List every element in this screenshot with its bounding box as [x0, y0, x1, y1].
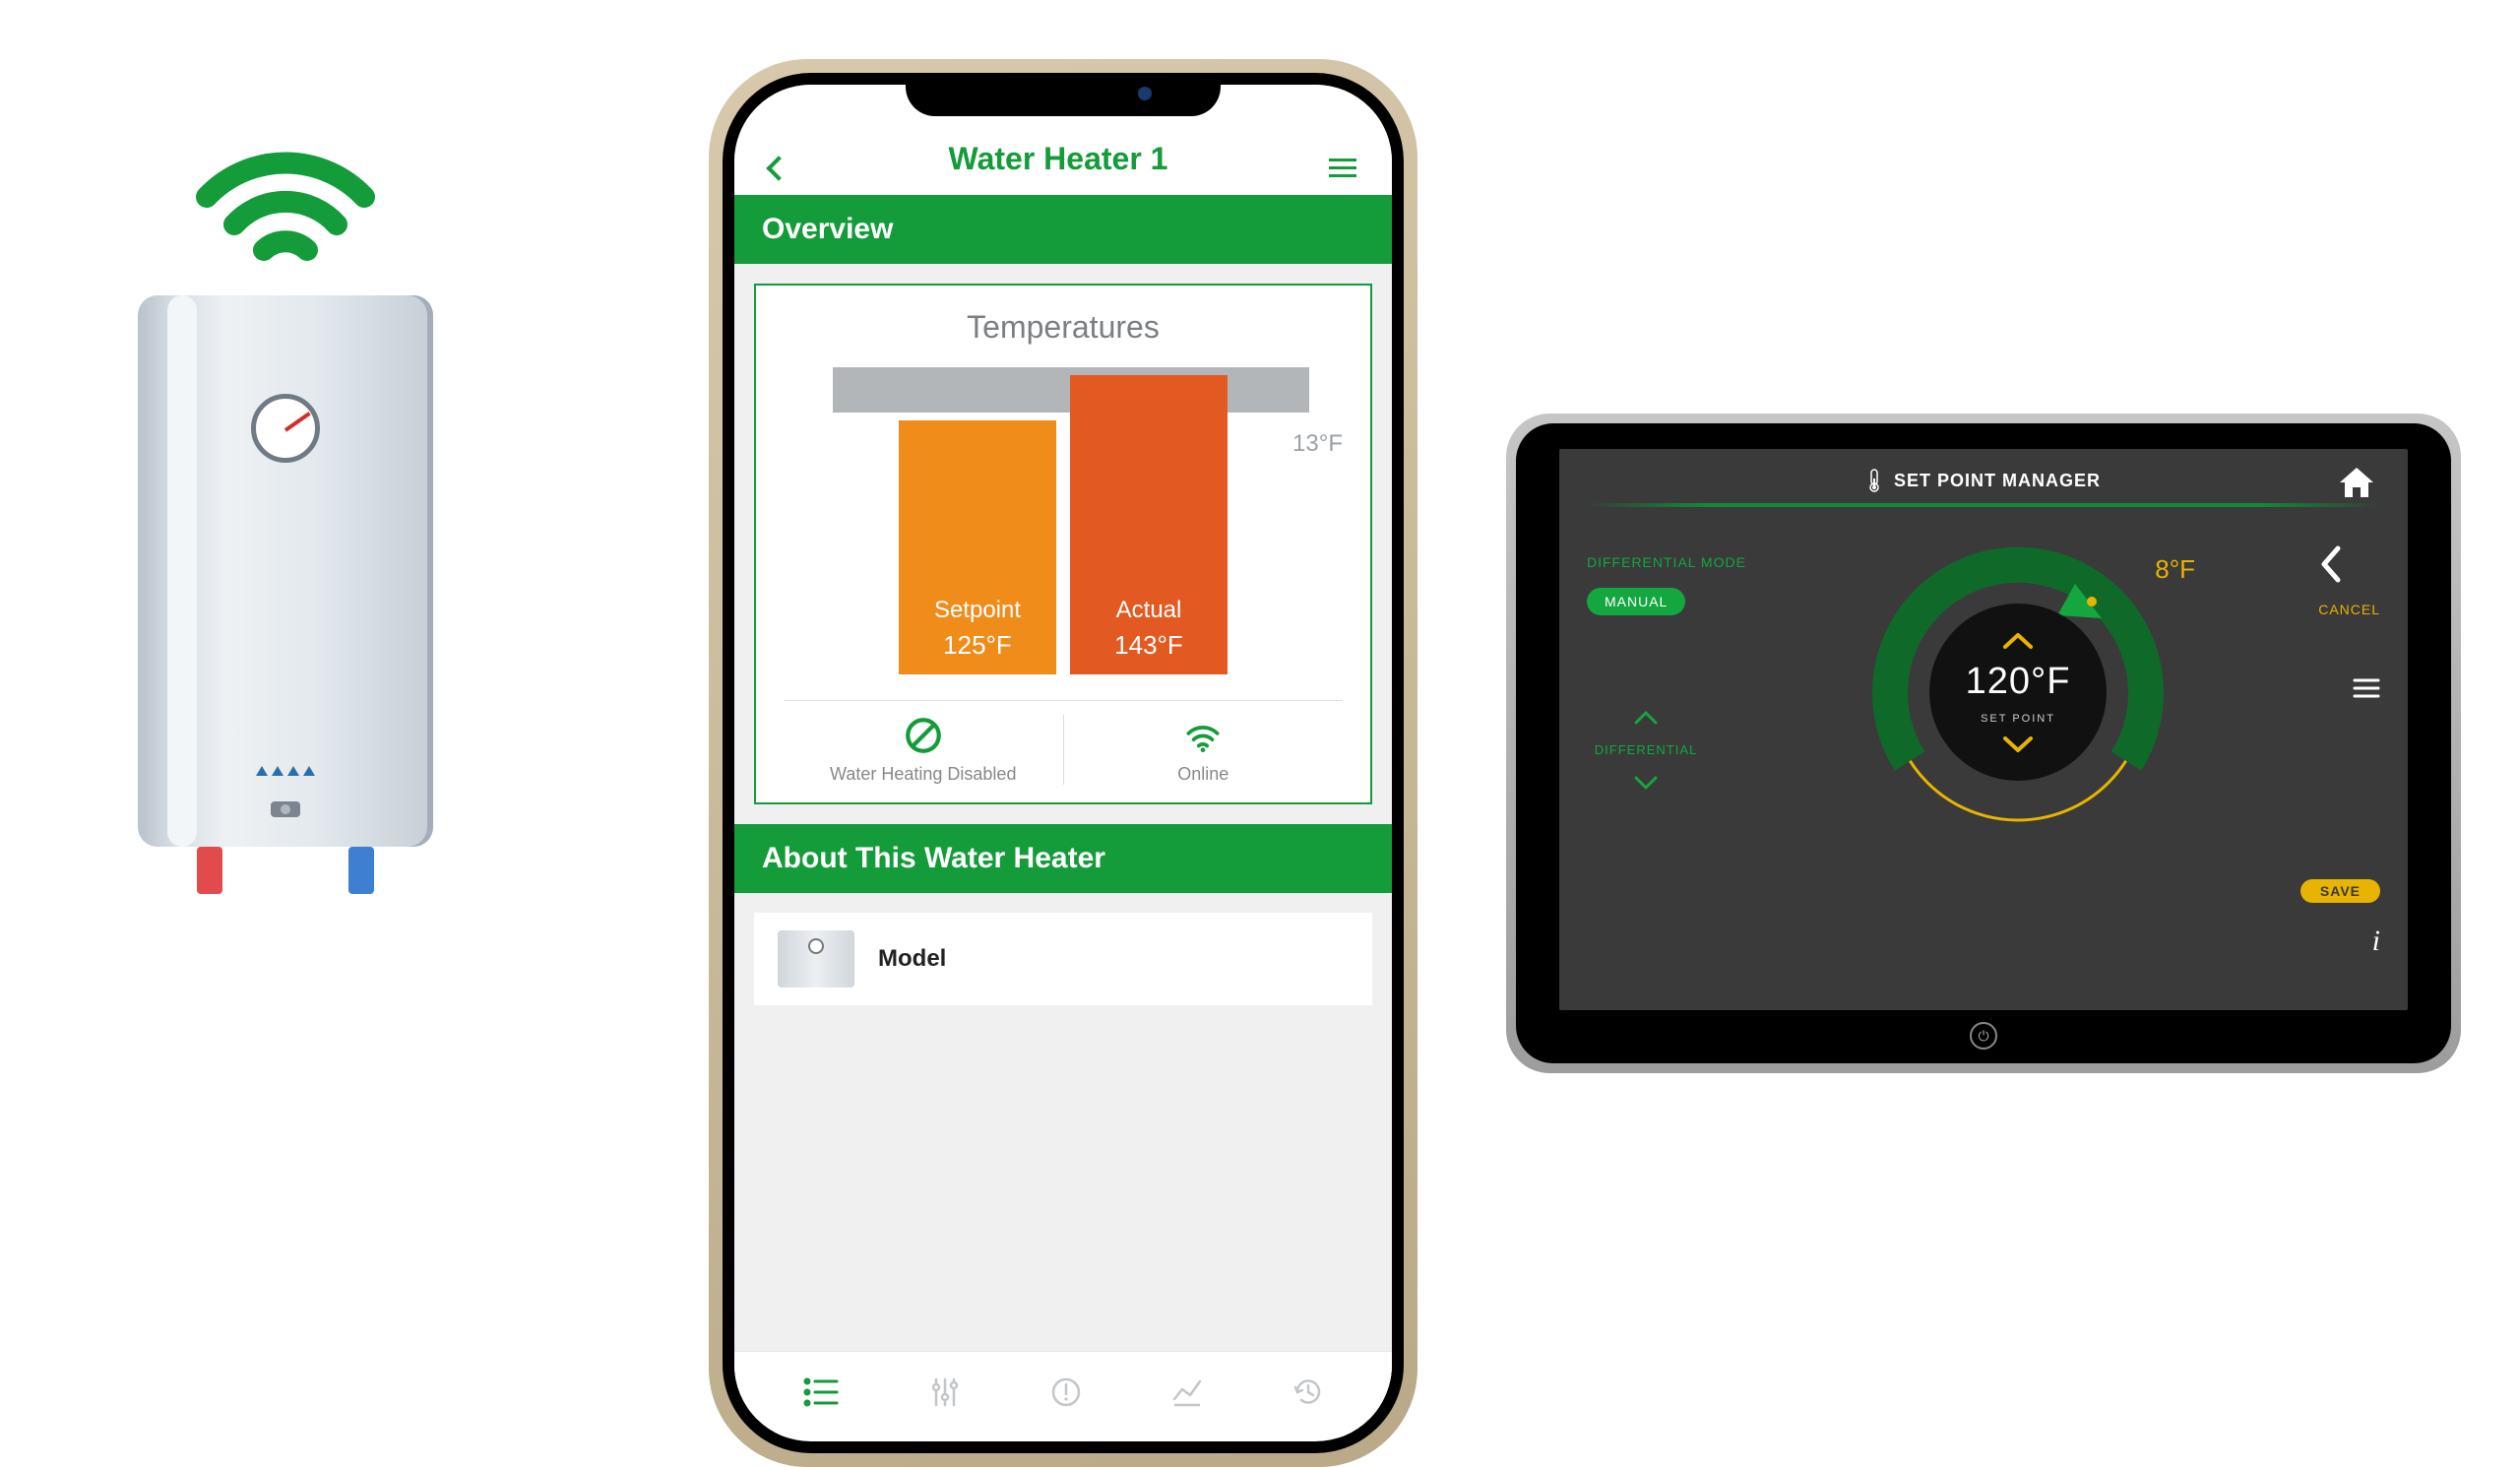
thermometer-icon [1866, 469, 1882, 492]
tablet-menu-icon[interactable] [2353, 676, 2380, 705]
nav-alert-icon[interactable] [1049, 1375, 1083, 1414]
bar-setpoint: Setpoint 125°F [899, 420, 1056, 674]
differential-stepper: DIFFERENTIAL [1587, 702, 1705, 797]
menu-icon[interactable] [1329, 159, 1356, 177]
setpoint-manager-title: SET POINT MANAGER [1866, 469, 2101, 492]
bar-setpoint-label: Setpoint [934, 597, 1021, 624]
dial-center: 120°F SET POINT [1929, 604, 2107, 781]
phone-mockup: Water Heater 1 Overview Temperatures 13°… [709, 59, 1418, 1467]
status-heating-label: Water Heating Disabled [830, 764, 1016, 785]
cancel-button[interactable]: CANCEL [2318, 602, 2380, 617]
status-online: Online [1064, 715, 1344, 785]
differential-mode-label: DIFFERENTIAL MODE [1587, 554, 1784, 570]
bar-actual-value: 143°F [1114, 630, 1183, 661]
setpoint-dial[interactable]: 8°F 120°F SET POINT [1851, 525, 2185, 860]
bar-actual: Actual 143°F [1070, 375, 1228, 674]
overview-section-header: Overview [734, 195, 1392, 264]
dial-temperature: 120°F [1966, 661, 2071, 703]
about-section-header: About This Water Heater [734, 824, 1392, 893]
mode-pill[interactable]: MANUAL [1587, 588, 1685, 615]
power-icon[interactable] [1970, 1022, 1997, 1050]
dial-up-icon[interactable] [2001, 631, 2035, 651]
diff-down-icon[interactable] [1633, 767, 1659, 797]
about-card[interactable]: Model [754, 913, 1372, 1005]
bottom-nav [734, 1351, 1392, 1437]
save-button[interactable]: SAVE [2300, 879, 2380, 903]
hot-pipe [197, 847, 222, 894]
model-label: Model [878, 945, 946, 973]
diff-up-icon[interactable] [1633, 702, 1659, 733]
info-icon[interactable]: i [2372, 925, 2380, 958]
bar-setpoint-value: 125°F [943, 630, 1012, 661]
phone-screen: Water Heater 1 Overview Temperatures 13°… [734, 85, 1392, 1441]
overview-card: Temperatures 13°F Setpoint 125°F Actual … [754, 284, 1372, 804]
heater-thumb-icon [778, 930, 854, 988]
phone-notch [906, 73, 1221, 116]
tablet-screen: SET POINT MANAGER DIFFERENTIAL MODE MANU… [1559, 449, 2408, 1010]
dial-down-icon[interactable] [2001, 734, 2035, 754]
back-icon[interactable] [766, 156, 790, 180]
gauge-icon [251, 394, 320, 463]
left-panel: DIFFERENTIAL MODE MANUAL DIFFERENTIAL [1587, 525, 1784, 797]
wifi-icon [187, 118, 384, 266]
dial-indicator-value: 8°F [2155, 554, 2195, 585]
home-icon[interactable] [2337, 465, 2376, 505]
nav-settings-icon[interactable] [928, 1375, 962, 1414]
temperatures-title: Temperatures [784, 309, 1343, 346]
temperatures-chart: 13°F Setpoint 125°F Actual 143°F [784, 359, 1343, 674]
water-heater-illustration [98, 118, 472, 847]
nav-chart-icon[interactable] [1170, 1375, 1204, 1414]
tablet-mockup: SET POINT MANAGER DIFFERENTIAL MODE MANU… [1506, 414, 2461, 1073]
heater-body [138, 295, 433, 847]
wifi-small-icon [1182, 715, 1224, 756]
status-online-label: Online [1177, 764, 1228, 785]
bar-actual-label: Actual [1116, 597, 1182, 624]
nav-overview-icon[interactable] [801, 1375, 841, 1414]
status-row: Water Heating Disabled [784, 700, 1343, 785]
nav-history-icon[interactable] [1292, 1375, 1325, 1414]
dial-sub: SET POINT [1981, 713, 2055, 725]
page-title: Water Heater 1 [949, 141, 1168, 177]
back-arrow-icon[interactable] [2318, 544, 2380, 594]
disabled-icon [903, 715, 944, 756]
cold-pipe [348, 847, 374, 894]
status-heating: Water Heating Disabled [784, 715, 1064, 785]
differential-label: DIFFERENTIAL [1595, 742, 1697, 757]
scale-label: 13°F [1292, 430, 1343, 458]
